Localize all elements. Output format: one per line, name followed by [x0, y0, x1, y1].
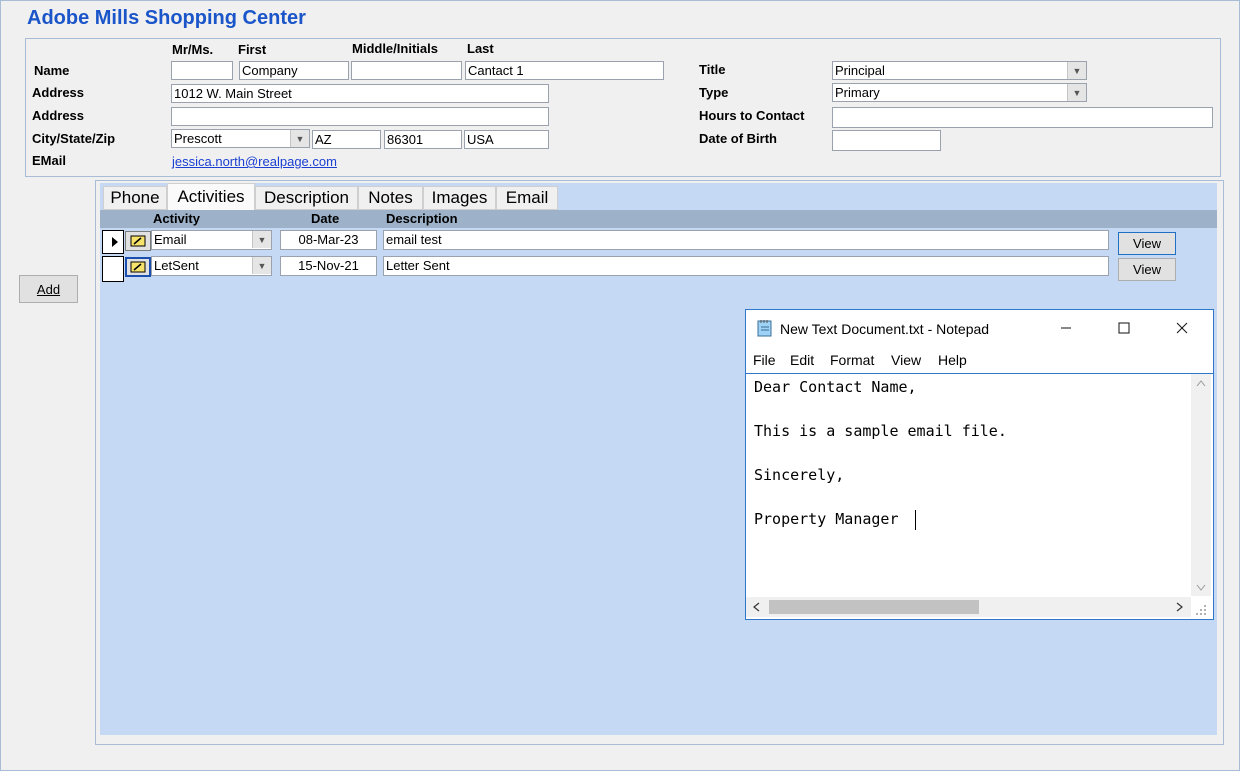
column-date: Date	[311, 211, 340, 226]
last-name-field[interactable]: Cantact 1	[465, 61, 664, 80]
activity-value: LetSent	[154, 258, 199, 273]
view-button[interactable]: View	[1118, 232, 1176, 255]
menu-view[interactable]: View	[891, 352, 921, 368]
middle-initials-field[interactable]	[351, 61, 462, 80]
email-link[interactable]: jessica.north@realpage.com	[172, 154, 337, 169]
activity-date-field[interactable]: 08-Mar-23	[280, 230, 377, 250]
activity-description-field[interactable]: Letter Sent	[383, 256, 1109, 276]
row-selector[interactable]	[102, 230, 124, 254]
label-type: Type	[699, 85, 729, 100]
edit-activity-button[interactable]	[125, 231, 151, 251]
text-line[interactable]: Dear Contact Name,	[754, 378, 917, 396]
title-combo[interactable]: Principal ▼	[832, 61, 1087, 80]
city-combo[interactable]: Prescott ▼	[171, 129, 310, 148]
date-of-birth-field[interactable]	[832, 130, 941, 151]
add-button[interactable]: Add	[19, 275, 78, 303]
header-last: Last	[467, 41, 494, 56]
menu-file[interactable]: File	[753, 352, 776, 368]
type-value: Primary	[835, 85, 880, 100]
tab-description[interactable]: Description	[255, 186, 358, 210]
menu-help[interactable]: Help	[938, 352, 967, 368]
label-hours: Hours to Contact	[699, 108, 805, 123]
zip-field[interactable]: 86301	[384, 130, 462, 149]
notepad-app-icon	[757, 320, 772, 337]
notepad-title: New Text Document.txt - Notepad	[780, 321, 990, 337]
horizontal-scrollbar[interactable]	[746, 597, 1191, 617]
text-caret	[915, 510, 916, 530]
text-line[interactable]: Sincerely,	[754, 466, 844, 484]
resize-grip-icon[interactable]	[1195, 604, 1207, 616]
address-2-field[interactable]	[171, 107, 549, 126]
chevron-left-icon[interactable]	[752, 602, 760, 612]
activities-header-strip	[100, 210, 1217, 228]
chevron-up-icon[interactable]	[1196, 379, 1206, 387]
activity-combo[interactable]: Email ▼	[151, 230, 272, 250]
chevron-right-icon[interactable]	[1176, 602, 1184, 612]
city-value: Prescott	[174, 131, 222, 146]
state-field[interactable]: AZ	[312, 130, 381, 149]
hours-to-contact-field[interactable]	[832, 107, 1213, 128]
type-combo[interactable]: Primary ▼	[832, 83, 1087, 102]
vertical-scrollbar[interactable]	[1191, 374, 1211, 596]
edit-note-icon	[130, 261, 146, 273]
activity-description-field[interactable]: email test	[383, 230, 1109, 250]
label-address-1: Address	[32, 85, 85, 100]
activity-date-field[interactable]: 15-Nov-21	[280, 256, 377, 276]
page-title: Adobe Mills Shopping Center	[27, 7, 306, 29]
tab-notes[interactable]: Notes	[358, 186, 423, 210]
activity-combo[interactable]: LetSent ▼	[151, 256, 272, 276]
header-middle: Middle/Initials	[352, 41, 438, 56]
edit-area-border	[746, 373, 1213, 374]
chevron-down-icon[interactable]	[1196, 584, 1206, 592]
chevron-down-icon[interactable]: ▼	[252, 231, 271, 248]
chevron-down-icon[interactable]: ▼	[1067, 84, 1086, 101]
chevron-down-icon[interactable]: ▼	[290, 130, 309, 147]
mr-ms-field[interactable]	[171, 61, 233, 80]
label-name: Name	[34, 63, 70, 78]
label-email: EMail	[32, 153, 66, 168]
tab-images[interactable]: Images	[423, 186, 496, 210]
chevron-down-icon[interactable]: ▼	[1067, 62, 1086, 79]
label-dob: Date of Birth	[699, 131, 777, 146]
address-1-field[interactable]: 1012 W. Main Street	[171, 84, 549, 103]
title-value: Principal	[835, 63, 885, 78]
country-field[interactable]: USA	[464, 130, 549, 149]
minimize-icon[interactable]	[1046, 316, 1086, 340]
notepad-window[interactable]: New Text Document.txt - Notepad File Edi…	[745, 309, 1214, 620]
header-first: First	[238, 42, 267, 57]
row-selector[interactable]	[102, 256, 124, 282]
label-address-2: Address	[32, 108, 85, 123]
label-title: Title	[699, 62, 726, 77]
text-line[interactable]: This is a sample email file.	[754, 422, 1007, 440]
maximize-icon[interactable]	[1104, 316, 1144, 340]
view-button[interactable]: View	[1118, 258, 1176, 281]
first-name-field[interactable]: Company	[239, 61, 349, 80]
column-description: Description	[386, 211, 458, 226]
tab-phone[interactable]: Phone	[103, 186, 167, 210]
row-pointer-icon	[112, 237, 118, 247]
activity-value: Email	[154, 232, 187, 247]
horizontal-scroll-thumb[interactable]	[769, 600, 979, 614]
tab-activities[interactable]: Activities	[167, 183, 255, 210]
label-city-state-zip: City/State/Zip	[32, 131, 116, 146]
close-icon[interactable]	[1162, 316, 1202, 340]
text-line[interactable]: Property Manager	[754, 510, 899, 528]
chevron-down-icon[interactable]: ▼	[252, 257, 271, 274]
menu-format[interactable]: Format	[830, 352, 874, 368]
menu-edit[interactable]: Edit	[790, 352, 814, 368]
header-mr: Mr/Ms.	[172, 42, 214, 57]
edit-note-icon	[130, 235, 146, 247]
edit-activity-button[interactable]	[125, 257, 151, 277]
column-activity: Activity	[153, 211, 200, 226]
tab-email[interactable]: Email	[496, 186, 558, 210]
